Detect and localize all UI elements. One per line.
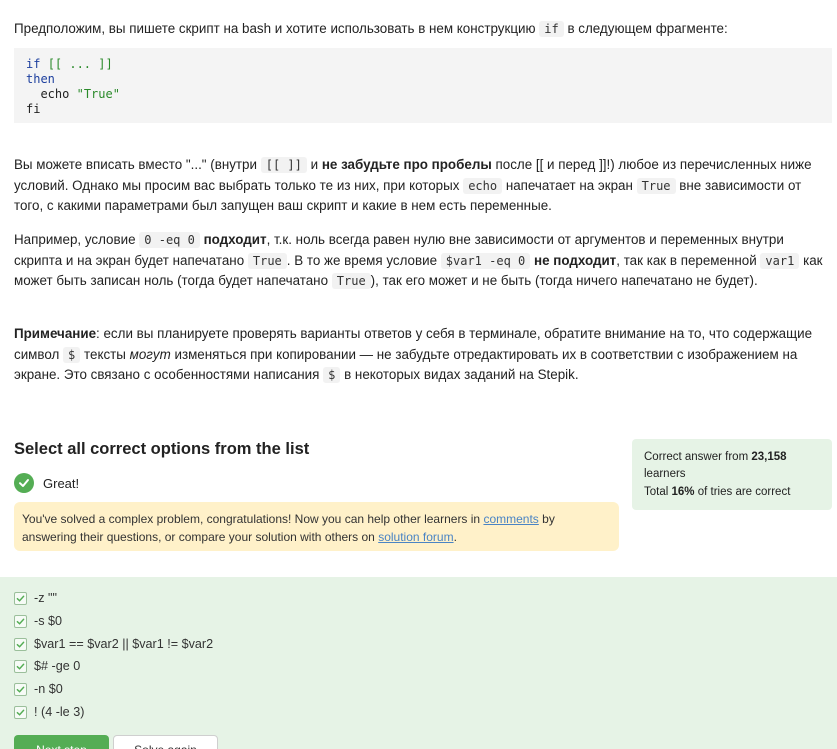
intro-after: в следующем фрагменте: <box>567 21 728 36</box>
stats-panel: Correct answer from 23,158 learners Tota… <box>632 439 832 510</box>
paragraph-conditions: Вы можете вписать вместо "..." (внутри [… <box>14 155 826 217</box>
status-text: Great! <box>43 475 80 491</box>
code-block: if [[ ... ]] then echo "True" fi <box>14 48 832 123</box>
stats-percent: 16% <box>671 486 695 498</box>
next-step-button[interactable]: Next step <box>14 735 109 749</box>
stats-text-4: of tries are correct <box>697 486 791 498</box>
stats-learners: Correct answer from 23,158 learners <box>644 449 820 482</box>
status-great: Great! <box>14 473 79 493</box>
para1-code-echo: echo <box>463 177 503 194</box>
option-label: -s $0 <box>34 614 62 628</box>
para1-text-1: Вы можете вписать вместо "..." (внутри <box>14 157 257 172</box>
para2-code-var1-eq: $var1 -eq 0 <box>440 252 531 269</box>
notice-text-end: . <box>453 530 457 544</box>
paragraph-example: Например, условие 0 -eq 0 подходит, т.к.… <box>14 230 826 292</box>
option-label: -n $0 <box>34 682 63 696</box>
checkbox-checked-icon[interactable] <box>14 614 27 628</box>
checkbox-checked-icon[interactable] <box>14 659 27 673</box>
stats-text-2: learners <box>644 467 686 480</box>
para2-code-true: True <box>247 252 287 269</box>
intro-text: Предположим, вы пишете скрипт на bash и … <box>14 18 824 40</box>
note-italic: могут <box>129 346 171 362</box>
note-text-4: в некоторых видах заданий на Stepik. <box>344 367 579 382</box>
para1-code-true: True <box>636 177 676 194</box>
congrats-notice: You've solved a complex problem, congrat… <box>14 502 619 551</box>
comments-link[interactable]: comments <box>483 512 538 526</box>
paragraph-note: Примечание: если вы планируете проверять… <box>14 324 826 386</box>
stats-text-1: Correct answer from <box>644 451 749 463</box>
checkbox-checked-icon[interactable] <box>14 705 27 719</box>
checkbox-checked-icon[interactable] <box>14 637 27 651</box>
solve-again-button[interactable]: Solve again <box>113 735 218 749</box>
note-code-dollar: $ <box>63 346 81 363</box>
solution-forum-link[interactable]: solution forum <box>378 530 453 544</box>
para1-bold-spaces: не забудьте про пробелы <box>321 157 492 172</box>
stats-learners-count: 23,158 <box>751 451 787 463</box>
options-list: -z "" -s $0 $var1 == $var2 || $var1 != $… <box>0 577 837 749</box>
option-label: ! (4 -le 3) <box>34 705 85 719</box>
para2-code-var1: var1 <box>760 252 800 269</box>
code-if: if <box>26 57 41 71</box>
note-code-dollar-2: $ <box>323 367 341 383</box>
note-text-2: тексты <box>84 346 126 362</box>
para1-text-2: и <box>310 157 319 172</box>
option-item[interactable]: ! (4 -le 3) <box>14 705 84 719</box>
code-echo: echo <box>26 87 70 101</box>
option-label: $var1 == $var2 || $var1 != $var2 <box>34 637 214 651</box>
code-condition: [[ ... ]] <box>47 57 113 71</box>
code-string: "True" <box>76 87 120 101</box>
para1-text-4: напечатает на экран <box>505 177 633 193</box>
option-item[interactable]: -s $0 <box>14 614 62 628</box>
checkbox-checked-icon[interactable] <box>14 682 27 696</box>
code-then: then <box>26 72 55 86</box>
notice-text-1: You've solved a complex problem, congrat… <box>22 512 481 526</box>
stats-text-3: Total <box>644 486 669 498</box>
option-item[interactable]: $var1 == $var2 || $var1 != $var2 <box>14 637 213 651</box>
option-label: -z "" <box>34 591 57 605</box>
para2-text-4: , так как в переменной <box>616 252 757 268</box>
para2-bold-not-fits: не подходит <box>533 252 617 268</box>
option-label: $# -ge 0 <box>34 659 81 673</box>
para2-text-3: . В то же время условие <box>286 252 438 268</box>
checkmark-circle-icon <box>14 473 34 493</box>
option-item[interactable]: -z "" <box>14 591 57 605</box>
para1-code-brackets: [[ ]] <box>260 157 307 173</box>
intro-before: Предположим, вы пишете скрипт на bash и … <box>14 21 536 36</box>
para2-text-1: Например, условие <box>14 232 136 247</box>
task-title: Select all correct options from the list <box>14 440 310 458</box>
option-item[interactable]: -n $0 <box>14 682 63 696</box>
para2-bold-fits: подходит <box>203 232 267 247</box>
para2-code-true-2: True <box>331 273 371 289</box>
para2-code-eq: 0 -eq 0 <box>139 232 200 248</box>
option-item[interactable]: $# -ge 0 <box>14 659 80 673</box>
intro-code-if: if <box>539 21 564 37</box>
note-bold-label: Примечание <box>14 326 97 341</box>
code-fi: fi <box>26 102 41 116</box>
stats-percent-line: Total 16% of tries are correct <box>644 484 820 501</box>
para2-text-6: ), так его может и не быть (тогда ничего… <box>370 273 758 288</box>
checkbox-checked-icon[interactable] <box>14 591 27 605</box>
